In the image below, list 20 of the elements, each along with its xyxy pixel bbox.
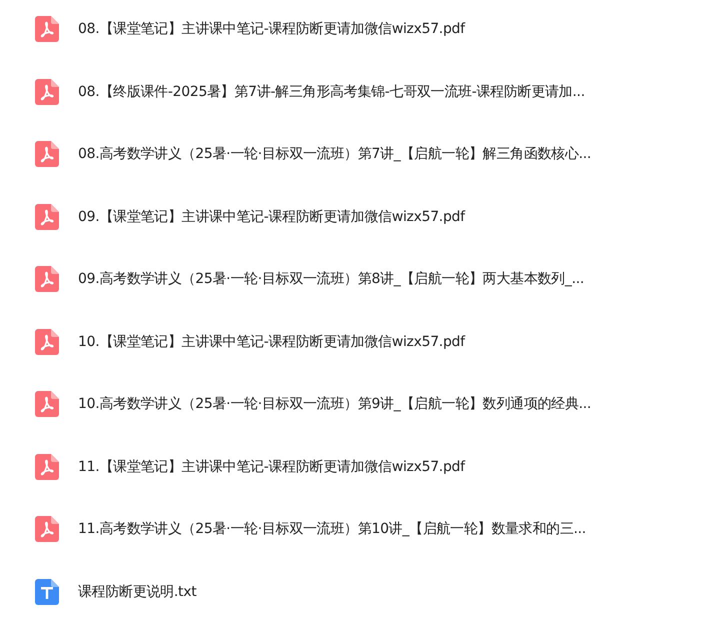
file-name[interactable]: 08.高考数学讲义（25暑·一轮·目标双一流班）第7讲_【启航一轮】解三角函数核心... (78, 141, 592, 167)
pdf-file-icon (35, 266, 59, 292)
text-file-icon (35, 578, 59, 604)
file-name[interactable]: 10.【课堂笔记】主讲课中笔记-课程防断更请加微信wizx57.pdf (78, 328, 465, 354)
file-name[interactable]: 09.高考数学讲义（25暑·一轮·目标双一流班）第8讲_【启航一轮】两大基本数列_... (78, 266, 584, 292)
file-name[interactable]: 08.【课堂笔记】主讲课中笔记-课程防断更请加微信wizx57.pdf (78, 16, 465, 42)
pdf-file-icon (35, 391, 59, 417)
file-name[interactable]: 课程防断更说明.txt (78, 578, 196, 604)
file-name[interactable]: 08.【终版课件-2025暑】第7讲-解三角形高考集锦-七哥双一流班-课程防断更请加... (78, 78, 585, 104)
pdf-file-icon (35, 78, 59, 104)
pdf-file-icon (35, 204, 59, 230)
file-name[interactable]: 09.【课堂笔记】主讲课中笔记-课程防断更请加微信wizx57.pdf (78, 204, 465, 230)
pdf-file-icon (35, 16, 59, 42)
file-name[interactable]: 10.高考数学讲义（25暑·一轮·目标双一流班）第9讲_【启航一轮】数列通项的经典... (78, 391, 592, 417)
file-name[interactable]: 11.【课堂笔记】主讲课中笔记-课程防断更请加微信wizx57.pdf (78, 454, 465, 480)
pdf-file-icon (35, 141, 59, 167)
pdf-file-icon (35, 516, 59, 542)
pdf-file-icon (35, 454, 59, 480)
file-name[interactable]: 11.高考数学讲义（25暑·一轮·目标双一流班）第10讲_【启航一轮】数量求和的三... (78, 516, 586, 542)
pdf-file-icon (35, 328, 59, 354)
